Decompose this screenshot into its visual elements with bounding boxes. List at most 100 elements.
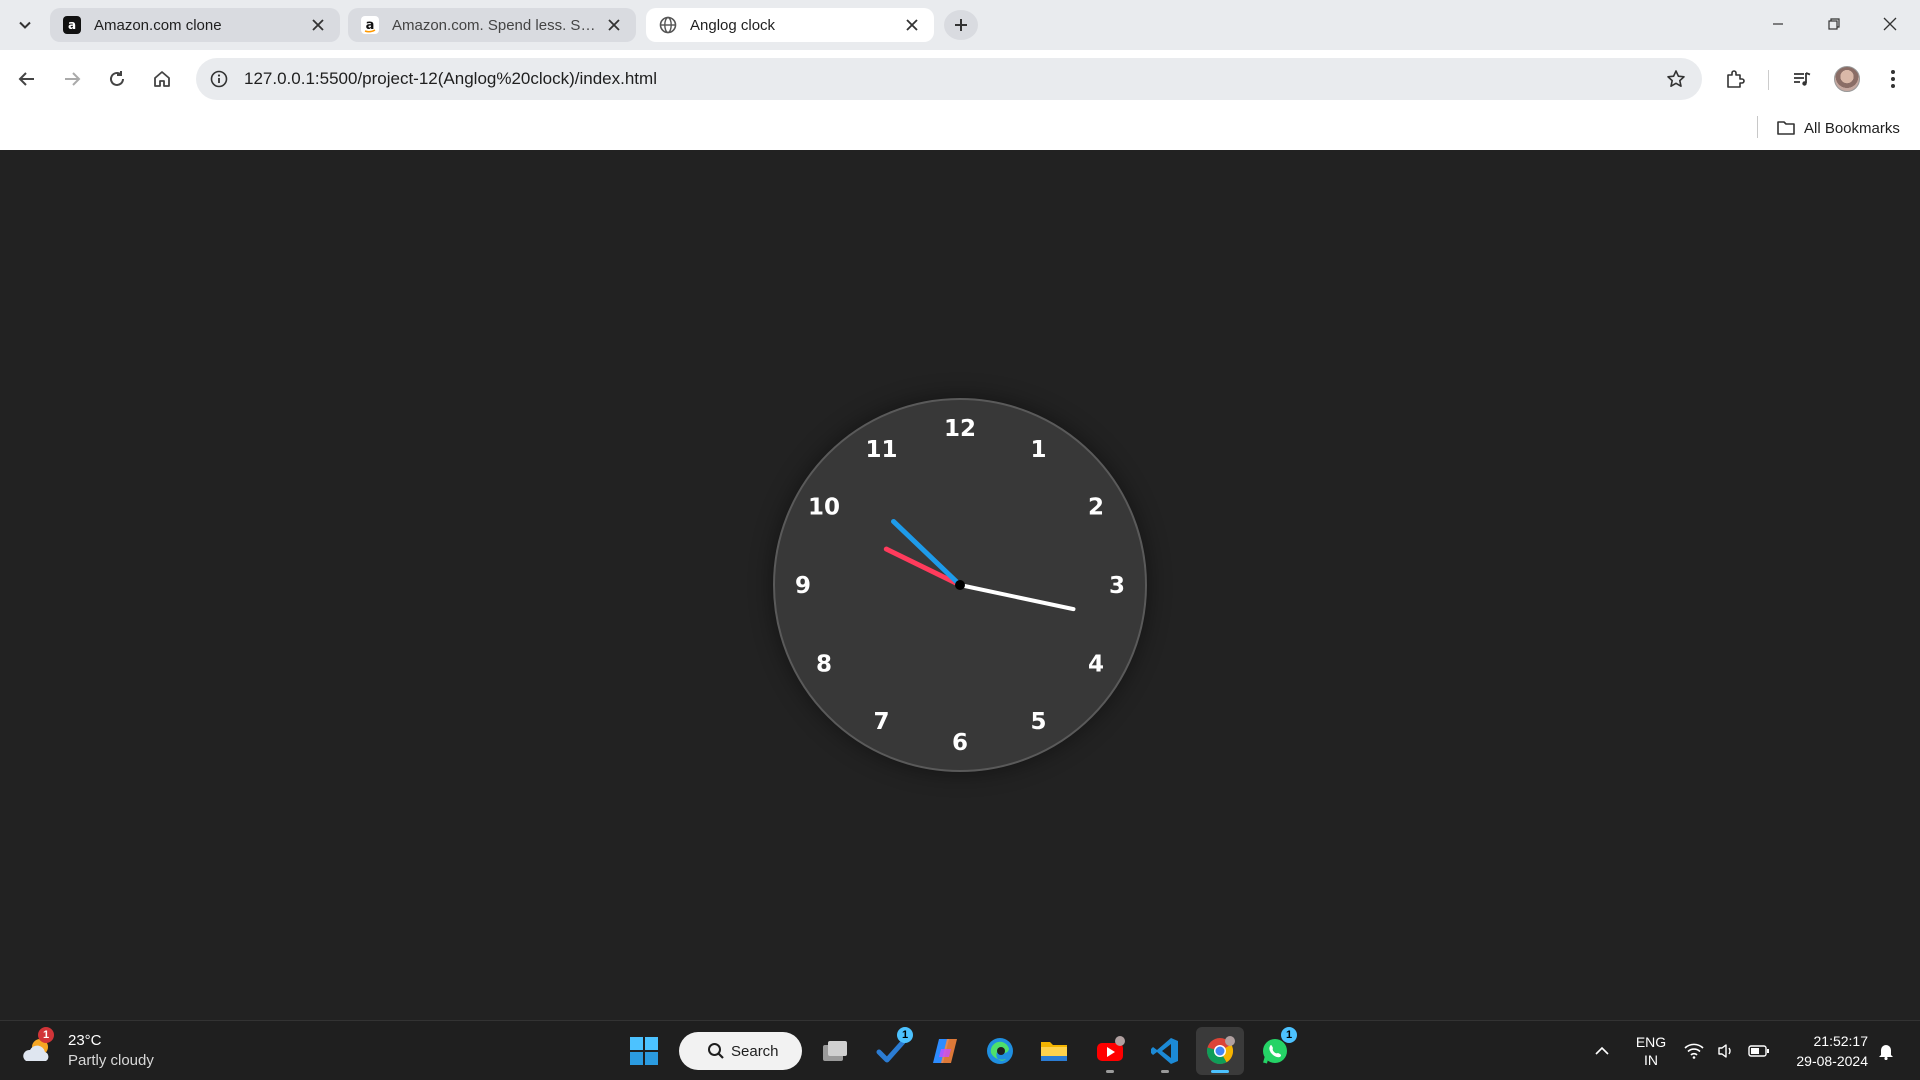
copilot-icon[interactable] xyxy=(921,1027,969,1075)
notifications-button[interactable] xyxy=(1874,1031,1898,1071)
forward-button[interactable] xyxy=(55,62,89,96)
tab-title: Amazon.com clone xyxy=(94,16,222,34)
chevron-up-icon xyxy=(1595,1046,1609,1055)
minute-hand xyxy=(890,518,963,588)
start-button[interactable] xyxy=(620,1027,668,1075)
search-icon xyxy=(708,1043,724,1059)
arrow-left-icon xyxy=(18,72,34,86)
file-explorer-icon[interactable] xyxy=(1030,1027,1078,1075)
tab-title: Amazon.com. Spend less. Smile xyxy=(392,16,598,34)
reload-button[interactable] xyxy=(100,62,134,96)
todo-badge: 1 xyxy=(897,1027,913,1043)
new-tab-button[interactable] xyxy=(944,10,978,40)
language-indicator[interactable]: ENG IN xyxy=(1628,1031,1674,1071)
address-bar[interactable]: 127.0.0.1:5500/project-12(Anglog%20clock… xyxy=(196,58,1702,100)
clock-number-2: 2 xyxy=(1088,495,1104,521)
running-indicator xyxy=(1106,1070,1114,1073)
arrow-right-icon xyxy=(65,72,81,86)
weather-badge: 1 xyxy=(38,1027,54,1043)
system-clock[interactable]: 21:52:17 29-08-2024 xyxy=(1780,1031,1868,1071)
bookmark-star-icon[interactable] xyxy=(1658,61,1694,97)
close-icon xyxy=(1883,17,1897,31)
system-time: 21:52:17 xyxy=(1813,1033,1869,1049)
browser-menu-button[interactable] xyxy=(1876,62,1910,96)
media-playlist-icon xyxy=(1794,72,1811,86)
bell-icon xyxy=(1879,1045,1893,1060)
network-volume-battery[interactable] xyxy=(1684,1031,1770,1071)
weather-temp: 23°C xyxy=(68,1032,102,1049)
home-icon xyxy=(154,71,170,87)
clock-number-7: 7 xyxy=(873,709,889,735)
url-text[interactable]: 127.0.0.1:5500/project-12(Anglog%20clock… xyxy=(244,69,1658,89)
toolbar-separator xyxy=(1768,70,1769,90)
tab-amazon-clone[interactable]: a Amazon.com clone xyxy=(50,8,340,42)
language-line2: IN xyxy=(1644,1052,1658,1068)
puzzle-icon xyxy=(1727,70,1745,88)
minimize-button[interactable] xyxy=(1750,0,1806,48)
folder-icon xyxy=(1777,121,1795,135)
site-info-icon[interactable] xyxy=(204,64,234,94)
second-hand xyxy=(958,583,1076,612)
amazon-dark-icon: a xyxy=(62,15,82,35)
tab-amazon-spend-less[interactable]: a Amazon.com. Spend less. Smile xyxy=(348,8,636,42)
extensions-button[interactable] xyxy=(1718,62,1752,96)
clock-number-10: 10 xyxy=(808,495,840,521)
profile-button[interactable] xyxy=(1830,62,1864,96)
running-indicator xyxy=(1211,1070,1229,1073)
tab-search-button[interactable] xyxy=(10,12,40,38)
more-vertical-icon xyxy=(1891,70,1895,88)
svg-text:a: a xyxy=(68,18,76,32)
taskbar-search[interactable]: Search xyxy=(679,1032,802,1070)
bookmarks-bar: All Bookmarks xyxy=(0,108,1920,150)
language-line1: ENG xyxy=(1635,1034,1667,1050)
whatsapp-icon[interactable]: 1 xyxy=(1251,1027,1299,1075)
all-bookmarks-label: All Bookmarks xyxy=(1804,119,1900,137)
hour-hand xyxy=(883,546,963,588)
whatsapp-badge: 1 xyxy=(1281,1027,1297,1043)
windows-logo-icon xyxy=(630,1037,658,1065)
close-tab-icon[interactable] xyxy=(308,15,328,35)
clock-number-1: 1 xyxy=(1030,437,1046,463)
minimize-icon xyxy=(1773,23,1783,25)
restore-button[interactable] xyxy=(1806,0,1862,48)
chrome-icon[interactable] xyxy=(1196,1027,1244,1075)
home-button[interactable] xyxy=(145,62,179,96)
plus-icon xyxy=(955,19,967,31)
amazon-light-icon: a xyxy=(360,15,380,35)
clock-number-12: 12 xyxy=(944,416,976,442)
vscode-icon[interactable] xyxy=(1141,1027,1189,1075)
youtube-icon[interactable] xyxy=(1086,1027,1134,1075)
weather-widget[interactable]: 1 23°C Partly cloudy xyxy=(20,1027,154,1073)
avatar xyxy=(1834,66,1860,92)
clock-number-8: 8 xyxy=(816,652,832,678)
clock-number-5: 5 xyxy=(1030,709,1046,735)
back-button[interactable] xyxy=(10,62,44,96)
clock-number-11: 11 xyxy=(865,437,897,463)
todo-icon[interactable]: 1 xyxy=(867,1027,915,1075)
battery-icon xyxy=(1748,1045,1769,1057)
tab-strip: a Amazon.com clone a Amazon.com. Spend l… xyxy=(0,0,1920,50)
tab-title: Anglog clock xyxy=(690,16,776,34)
clock-number-4: 4 xyxy=(1088,652,1104,678)
restore-icon xyxy=(1828,18,1840,30)
clock-number-3: 3 xyxy=(1109,573,1125,599)
bookmarks-separator xyxy=(1757,116,1758,138)
page-content: 12 1 2 3 4 5 6 7 8 9 10 11 xyxy=(0,150,1920,1020)
close-window-button[interactable] xyxy=(1862,0,1918,48)
media-controls-button[interactable] xyxy=(1785,62,1819,96)
show-hidden-icons-button[interactable] xyxy=(1588,1031,1616,1071)
task-view-icon[interactable] xyxy=(811,1027,859,1075)
globe-icon xyxy=(658,15,678,35)
clock-number-9: 9 xyxy=(795,573,811,599)
browser-toolbar: 127.0.0.1:5500/project-12(Anglog%20clock… xyxy=(0,50,1920,108)
edge-icon[interactable] xyxy=(976,1027,1024,1075)
reload-icon xyxy=(110,71,124,86)
all-bookmarks-button[interactable]: All Bookmarks xyxy=(1776,114,1900,142)
clock-center-dot xyxy=(955,580,965,590)
close-tab-icon[interactable] xyxy=(902,15,922,35)
close-tab-icon[interactable] xyxy=(604,15,624,35)
wifi-icon xyxy=(1684,1043,1704,1059)
chevron-down-icon xyxy=(19,21,31,29)
search-label: Search xyxy=(731,1042,779,1060)
tab-anglog-clock[interactable]: Anglog clock xyxy=(646,8,934,42)
